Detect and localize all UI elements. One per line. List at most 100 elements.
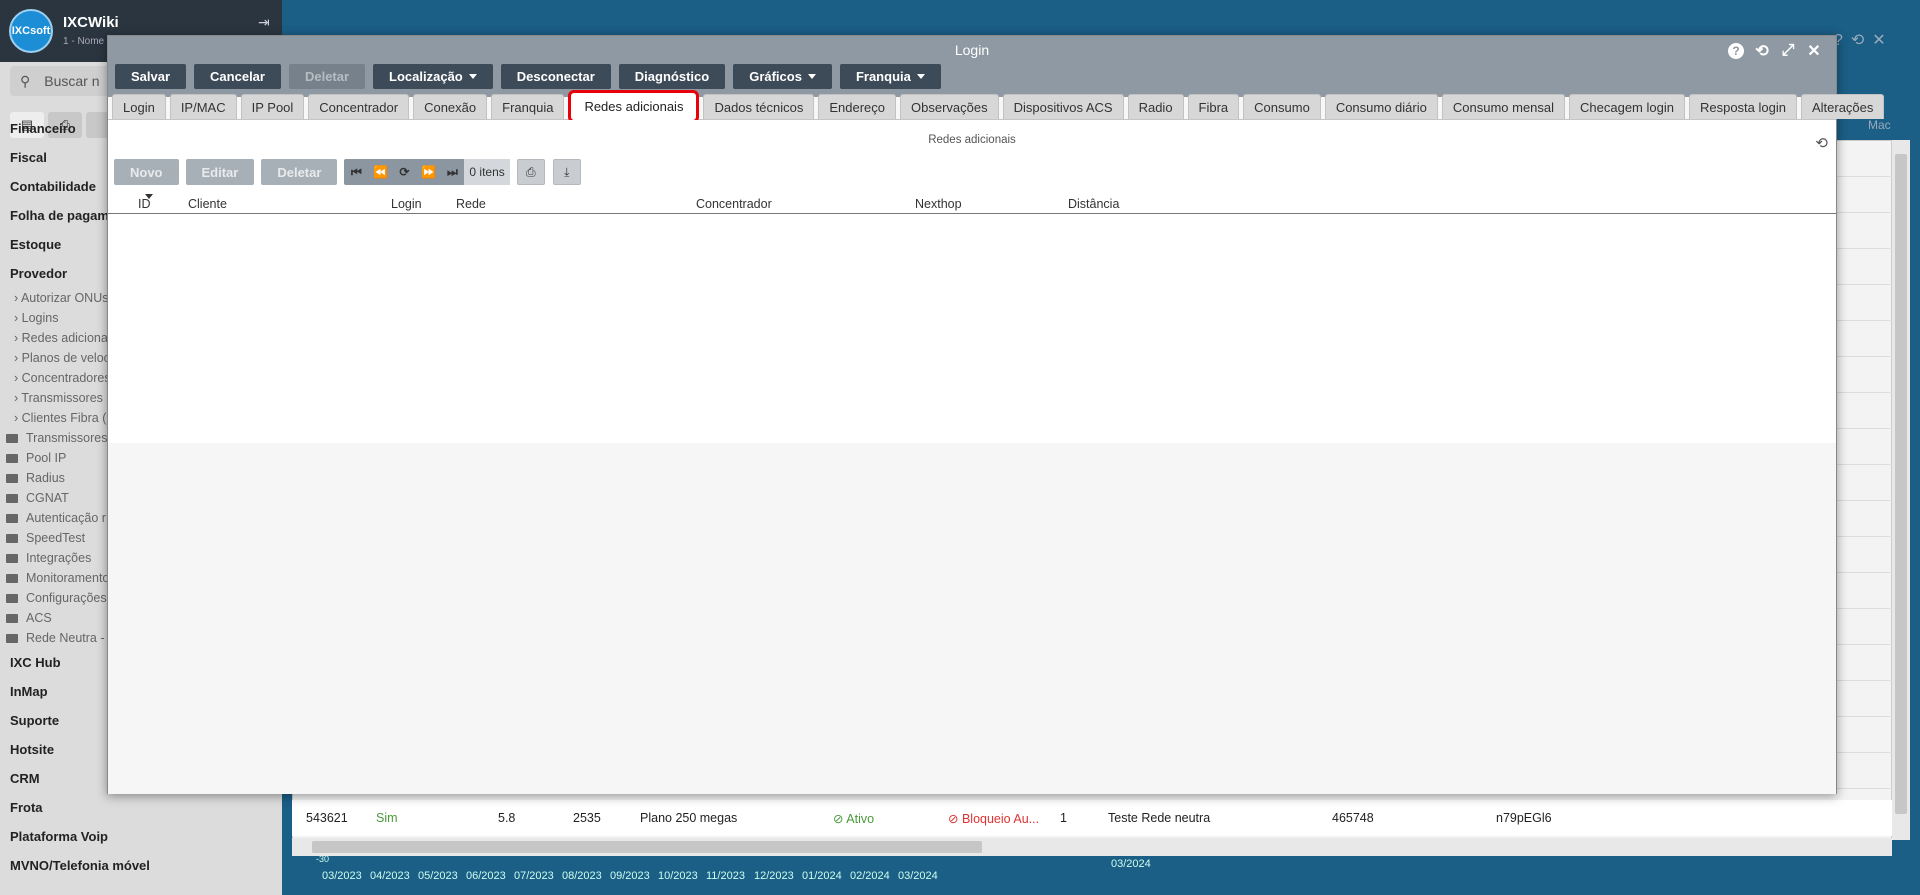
tab-ip-mac[interactable]: IP/MAC xyxy=(169,94,237,119)
edit-button[interactable]: Editar xyxy=(185,159,255,185)
close-icon[interactable]: ✕ xyxy=(1806,40,1822,62)
delete-row-button[interactable]: Deletar xyxy=(261,159,338,185)
tab-checagem-login[interactable]: Checagem login xyxy=(1569,94,1685,119)
ixc-logo: IXCsoft xyxy=(9,9,53,53)
chevron-down-icon xyxy=(916,74,925,79)
column-header[interactable]: Nexthop xyxy=(915,197,962,211)
sidebar-item-label: Frota xyxy=(10,800,43,815)
redes-adicionais-panel: Redes adicionais ⟲ Novo Editar Deletar ⏮… xyxy=(108,120,1836,443)
download-icon[interactable]: ⤓ xyxy=(552,159,581,185)
tab-conexao[interactable]: Conexão xyxy=(413,94,488,119)
next-page-icon[interactable]: ⏩ xyxy=(416,165,440,179)
save-button[interactable]: Salvar xyxy=(115,64,187,89)
sidebar-item[interactable]: Plataforma Voip xyxy=(0,822,282,851)
sidebar-item-label: Suporte xyxy=(10,713,60,728)
sidebar-item-label: Redes adicionais xyxy=(21,331,117,345)
row-num: 465748 xyxy=(1332,811,1374,825)
tab-dados-tecnicos[interactable]: Dados técnicos xyxy=(703,94,815,119)
history-icon[interactable]: ⟲ xyxy=(1754,40,1770,62)
localizacao-dropdown[interactable]: Localização xyxy=(373,64,493,89)
sidebar-item-label: Pool IP xyxy=(26,451,67,465)
sidebar-item-label: Planos de veloci xyxy=(21,351,113,365)
scroll-thumb[interactable] xyxy=(1895,154,1907,814)
tab-consumo-mensal[interactable]: Consumo mensal xyxy=(1441,94,1566,119)
tab-concentrador[interactable]: Concentrador xyxy=(308,94,410,119)
search-icon: ⚲ xyxy=(20,72,31,89)
history-icon[interactable]: ⟲ xyxy=(1815,134,1828,152)
disconnect-button[interactable]: Desconectar xyxy=(500,64,611,89)
folder-icon xyxy=(6,434,18,443)
sidebar-item[interactable]: Frota xyxy=(0,793,282,822)
background-table-row[interactable]: 543621 Sim 5.8 2535 Plano 250 megas ⊘ At… xyxy=(292,800,1892,836)
refresh-icon[interactable]: ⟳ xyxy=(392,165,416,179)
axis-tick-label: 03/2023 xyxy=(322,870,362,882)
sidebar-item-label: Estoque xyxy=(10,237,62,252)
background-horizontal-scrollbar[interactable] xyxy=(292,838,1892,856)
pager: ⏮ ⏪ ⟳ ⏩ ⏭ 0 itens xyxy=(344,159,510,185)
axis-tick-label: 03/2024 xyxy=(898,870,938,882)
sidebar-item-label: Contabilidade xyxy=(10,179,96,194)
column-header[interactable]: Login xyxy=(391,197,422,211)
tab-endereco[interactable]: Endereço xyxy=(818,94,896,119)
panel-title: Redes adicionais xyxy=(928,134,1016,146)
tab-ip-pool[interactable]: IP Pool xyxy=(240,94,305,119)
column-header[interactable]: ID xyxy=(138,197,151,211)
graficos-dropdown[interactable]: Gráficos xyxy=(733,64,832,89)
tab-fibra[interactable]: Fibra xyxy=(1187,94,1240,119)
print-icon[interactable]: ⎙ xyxy=(516,159,545,185)
tab-login[interactable]: Login xyxy=(112,94,166,119)
modal-controls: ? ⟲ ⤢ ✕ xyxy=(1728,40,1822,62)
tab-franquia[interactable]: Franquia xyxy=(491,94,565,119)
folder-icon xyxy=(6,454,18,463)
tab-dispositivos-acs[interactable]: Dispositivos ACS xyxy=(1002,94,1124,119)
sidebar-item-label: Transmissores xyxy=(26,431,108,445)
diagnostic-button[interactable]: Diagnóstico xyxy=(618,64,726,89)
cancel-button[interactable]: Cancelar xyxy=(194,64,281,89)
axis-tick-label: 08/2023 xyxy=(562,870,602,882)
login-modal: Login ? ⟲ ⤢ ✕ Salvar Cancelar Deletar Lo… xyxy=(107,35,1885,794)
new-button[interactable]: Novo xyxy=(114,159,179,185)
modal-toolbar: Salvar Cancelar Deletar Localização Desc… xyxy=(115,64,941,89)
sidebar-item-label: Logins xyxy=(21,311,59,325)
chevron-right-icon: › xyxy=(14,311,22,325)
sidebar-item-label: Configurações xyxy=(26,591,107,605)
column-header[interactable]: Concentrador xyxy=(696,197,772,211)
tab-resposta-login[interactable]: Resposta login xyxy=(1688,94,1797,119)
expand-icon[interactable]: ⤢ xyxy=(1780,40,1796,62)
tab-alteracoes[interactable]: Alterações xyxy=(1800,94,1885,119)
sidebar-item-label: Autorizar ONUs xyxy=(20,291,109,305)
folder-icon xyxy=(6,574,18,583)
tab-consumo[interactable]: Consumo xyxy=(1243,94,1321,119)
row-bloqueio-wrap: ⊘ Bloqueio Au... xyxy=(948,812,1040,826)
first-page-icon[interactable]: ⏮ xyxy=(344,165,368,180)
logout-icon[interactable]: ⇥ xyxy=(258,14,270,31)
sidebar-item[interactable]: MVNO/Telefonia móvel xyxy=(0,851,282,880)
row-rede: Teste Rede neutra xyxy=(1108,811,1211,825)
axis-tick-label: 07/2023 xyxy=(514,870,554,882)
sidebar-item-label: Radius xyxy=(26,471,65,485)
tab-observacoes[interactable]: Observações xyxy=(900,94,999,119)
background-chart-axis: 03/2023 04/2023 05/2023 06/2023 07/2023 08/20… xyxy=(292,854,1892,895)
app-name: IXCWiki xyxy=(63,14,119,31)
sidebar-item-label: IXC Hub xyxy=(10,655,61,670)
tab-redes-adicionais[interactable]: Redes adicionais xyxy=(568,90,700,123)
prev-page-icon[interactable]: ⏪ xyxy=(368,165,392,179)
delete-button[interactable]: Deletar xyxy=(288,64,366,89)
row-v2: 2535 xyxy=(573,811,601,825)
franquia-dropdown[interactable]: Franquia xyxy=(839,64,941,89)
sidebar-item-label: Plataforma Voip xyxy=(10,829,109,844)
help-icon[interactable]: ? xyxy=(1728,43,1744,59)
axis-tick-label: 06/2023 xyxy=(466,870,506,882)
background-window-icons: ?⟲✕ xyxy=(1834,32,1894,49)
background-vertical-scrollbar[interactable] xyxy=(1892,140,1910,840)
sidebar-item-label: SpeedTest xyxy=(26,531,86,545)
column-header[interactable]: Distância xyxy=(1068,197,1119,211)
scroll-thumb[interactable] xyxy=(312,841,982,853)
tab-consumo-diario[interactable]: Consumo diário xyxy=(1324,94,1438,119)
column-header[interactable]: Cliente xyxy=(188,197,227,211)
column-header[interactable]: Rede xyxy=(456,197,486,211)
tab-radio[interactable]: Radio xyxy=(1127,94,1184,119)
last-page-icon[interactable]: ⏭ xyxy=(440,165,464,180)
axis-tick-label: 05/2023 xyxy=(418,870,458,882)
chevron-right-icon: › xyxy=(14,411,22,425)
